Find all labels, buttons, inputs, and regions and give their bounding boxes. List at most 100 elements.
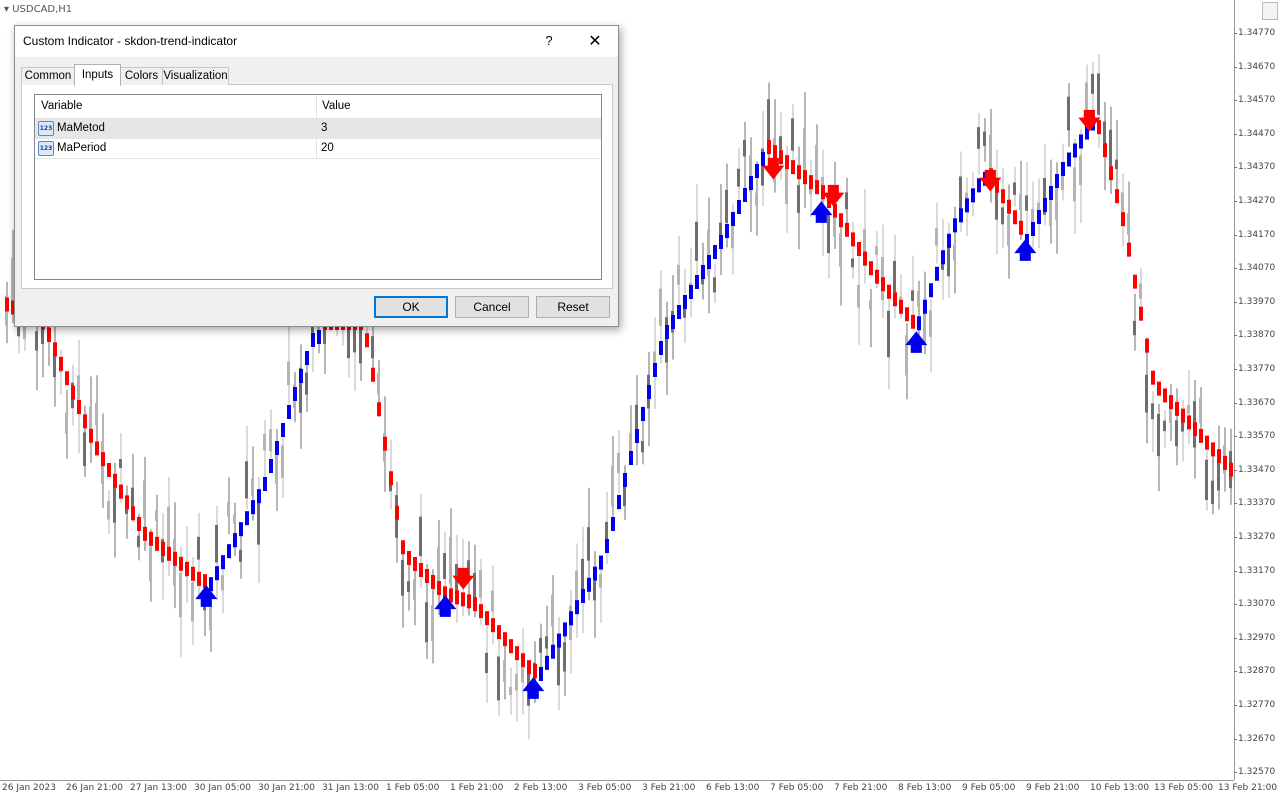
- trend-bar: [917, 316, 921, 331]
- tab-common[interactable]: Common: [21, 67, 75, 85]
- input-value[interactable]: 20: [321, 142, 334, 154]
- input-row-maperiod[interactable]: 123 MaPeriod 20: [35, 139, 601, 159]
- trend-bar: [113, 473, 117, 488]
- buy-arrow-icon: 🡅: [1014, 239, 1037, 264]
- candle-body: [503, 660, 506, 682]
- trend-bar: [1199, 428, 1203, 443]
- candle-body: [797, 185, 800, 213]
- column-header-variable[interactable]: Variable: [41, 100, 82, 112]
- candle-body: [1013, 182, 1016, 195]
- candle-body: [1067, 96, 1070, 131]
- help-button[interactable]: ?: [535, 30, 563, 52]
- trend-bar: [1217, 449, 1221, 464]
- trend-bar: [197, 571, 201, 586]
- candle-body: [1139, 283, 1142, 299]
- trend-bar: [419, 563, 423, 577]
- cancel-button[interactable]: Cancel: [455, 296, 529, 318]
- candle-body: [35, 331, 38, 351]
- trend-bar: [1007, 199, 1011, 214]
- candle-body: [143, 480, 146, 519]
- tab-colors[interactable]: Colors: [120, 67, 163, 85]
- candle-body: [551, 594, 554, 627]
- trend-bar: [149, 531, 153, 546]
- trend-bar: [269, 459, 273, 473]
- trend-bar: [401, 540, 405, 555]
- trend-bar: [629, 451, 633, 465]
- time-tick-label: 7 Feb 21:00: [834, 783, 888, 793]
- trend-bar: [731, 212, 735, 226]
- buy-arrow-icon: 🡅: [522, 677, 545, 702]
- trend-bar: [611, 517, 615, 531]
- trend-bar: [215, 566, 219, 581]
- candle-body: [617, 452, 620, 474]
- candle-body: [587, 527, 590, 561]
- trend-bar: [617, 495, 621, 509]
- trend-bar: [899, 299, 903, 314]
- trend-bar: [515, 646, 519, 661]
- trend-bar: [599, 555, 603, 570]
- candle-body: [935, 227, 938, 246]
- candle-body: [1001, 207, 1004, 225]
- chart-dropdown-icon[interactable]: ▾: [4, 4, 9, 15]
- candle-body: [1199, 397, 1202, 424]
- candle-body: [1163, 420, 1166, 432]
- sell-arrow-icon: 🡇: [762, 157, 785, 182]
- trend-bar: [491, 618, 495, 633]
- trend-bar: [107, 463, 111, 477]
- candle-body: [137, 535, 140, 548]
- candle-body: [479, 570, 482, 598]
- candle-body: [725, 189, 728, 223]
- trend-bar: [293, 387, 297, 401]
- candle-body: [929, 310, 932, 337]
- trend-bar: [1133, 274, 1137, 289]
- ok-button[interactable]: OK: [374, 296, 448, 318]
- input-row-mametod[interactable]: 123 MaMetod 3: [35, 119, 601, 139]
- column-divider[interactable]: [316, 95, 317, 118]
- candle-body: [401, 559, 404, 596]
- candle-body: [251, 478, 254, 496]
- tab-inputs[interactable]: Inputs: [74, 64, 121, 86]
- trend-bar: [911, 314, 915, 329]
- trend-bar: [425, 569, 429, 583]
- price-axis[interactable]: 1.34770 1.34670 1.34570 1.34470 1.34370 1.342…: [1233, 0, 1280, 780]
- price-tick-label: 1.33670: [1233, 397, 1276, 408]
- tab-visualization[interactable]: Visualization: [162, 67, 229, 85]
- candle-body: [839, 233, 842, 267]
- candle-body: [917, 290, 920, 308]
- time-tick-label: 13 Feb 05:00: [1154, 783, 1214, 793]
- trend-bar: [521, 653, 525, 668]
- chart-corner-button[interactable]: [1262, 2, 1278, 20]
- input-value[interactable]: 3: [321, 122, 327, 134]
- candle-body: [635, 404, 638, 430]
- price-tick-label: 1.32870: [1233, 666, 1276, 677]
- candle-body: [737, 168, 740, 187]
- candle-body: [245, 461, 248, 499]
- trend-bar: [857, 242, 861, 256]
- trend-bar: [1043, 198, 1047, 212]
- time-tick-label: 9 Feb 21:00: [1026, 783, 1080, 793]
- candle-body: [887, 310, 890, 358]
- close-icon[interactable]: ✕: [581, 30, 609, 52]
- trend-bar: [143, 526, 147, 541]
- candle-body: [119, 459, 122, 468]
- trend-bar: [953, 218, 957, 233]
- dialog-titlebar[interactable]: Custom Indicator - skdon-trend-indicator…: [15, 26, 618, 57]
- trend-bar: [167, 546, 171, 561]
- reset-button[interactable]: Reset: [536, 296, 610, 318]
- trend-bar: [1223, 455, 1227, 470]
- trend-bar: [1187, 415, 1191, 430]
- candle-body: [263, 434, 266, 451]
- trend-bar: [845, 222, 849, 237]
- trend-bar: [749, 176, 753, 190]
- trend-bar: [1229, 462, 1233, 477]
- trend-bar: [233, 533, 237, 548]
- candle-body: [353, 329, 356, 353]
- column-header-value[interactable]: Value: [322, 100, 351, 112]
- time-tick-label: 2 Feb 13:00: [514, 783, 568, 793]
- candle-body: [1205, 459, 1208, 500]
- candle-body: [791, 118, 794, 151]
- trend-bar: [479, 604, 483, 619]
- time-axis[interactable]: 26 Jan 2023 26 Jan 21:00 27 Jan 13:00 30 Ja…: [0, 780, 1277, 801]
- time-tick-label: 30 Jan 21:00: [258, 783, 315, 793]
- inputs-grid[interactable]: Variable Value 123 MaMetod 3 123 MaPerio…: [34, 94, 602, 280]
